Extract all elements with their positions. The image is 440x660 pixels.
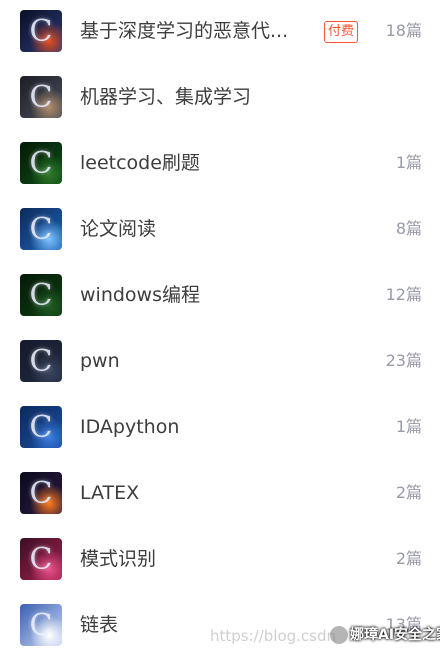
column-thumbnail: C — [20, 340, 62, 382]
article-count: 8篇 — [395, 219, 422, 238]
article-count: 2篇 — [395, 483, 422, 502]
wechat-logo-icon — [330, 626, 348, 644]
column-title[interactable]: windows编程 — [80, 278, 370, 312]
c-logo-icon: C — [29, 13, 53, 49]
column-item[interactable]: Cwindows编程 12篇 — [0, 264, 440, 330]
watermark-url: https://blog.csdn — [210, 627, 337, 645]
column-item[interactable]: C 机器学习、集成学习 — [0, 66, 440, 132]
article-count: 23篇 — [385, 351, 422, 370]
article-count: 1篇 — [395, 153, 422, 172]
column-item[interactable]: C 模式识别 2篇 — [0, 528, 440, 594]
c-logo-icon: C — [29, 541, 53, 577]
column-title[interactable]: 论文阅读 — [80, 212, 370, 246]
column-item[interactable]: C 论文阅读 8篇 — [0, 198, 440, 264]
column-title[interactable]: 机器学习、集成学习 — [80, 80, 370, 114]
column-title[interactable]: 基于深度学习的恶意代... — [80, 14, 318, 48]
column-item[interactable]: Cpwn 23篇 — [0, 330, 440, 396]
c-logo-icon: C — [29, 277, 53, 313]
column-thumbnail: C — [20, 10, 62, 52]
column-thumbnail: C — [20, 76, 62, 118]
column-item[interactable]: C LATEX 2篇 — [0, 462, 440, 528]
column-title[interactable]: pwn — [80, 344, 370, 378]
column-thumbnail: C — [20, 472, 62, 514]
column-title[interactable]: 模式识别 — [80, 542, 370, 576]
column-item[interactable]: Cleetcode刷题 1篇 — [0, 132, 440, 198]
column-title[interactable]: leetcode刷题 — [80, 146, 370, 180]
column-title[interactable]: IDApython — [80, 410, 370, 444]
column-thumbnail: C — [20, 208, 62, 250]
column-thumbnail: C — [20, 538, 62, 580]
c-logo-icon: C — [29, 475, 53, 511]
c-logo-icon: C — [29, 145, 53, 181]
article-count: 2篇 — [395, 549, 422, 568]
column-title[interactable]: LATEX — [80, 476, 370, 510]
c-logo-icon: C — [29, 211, 53, 247]
column-thumbnail: C — [20, 604, 62, 646]
article-count: 1篇 — [395, 417, 422, 436]
column-item[interactable]: C IDApython 1篇 — [0, 396, 440, 462]
c-logo-icon: C — [29, 409, 53, 445]
c-logo-icon: C — [29, 607, 53, 643]
column-item[interactable]: C 基于深度学习的恶意代... 付费 18篇 — [0, 0, 440, 66]
paid-badge: 付费 — [324, 21, 359, 43]
watermark-brand: 娜璋AI安全之家 — [350, 627, 440, 643]
article-count: 12篇 — [385, 285, 422, 304]
column-thumbnail: C — [20, 142, 62, 184]
c-logo-icon: C — [29, 79, 53, 115]
c-logo-icon: C — [29, 343, 53, 379]
column-thumbnail: C — [20, 406, 62, 448]
column-thumbnail: C — [20, 274, 62, 316]
article-count: 18篇 — [385, 21, 422, 40]
